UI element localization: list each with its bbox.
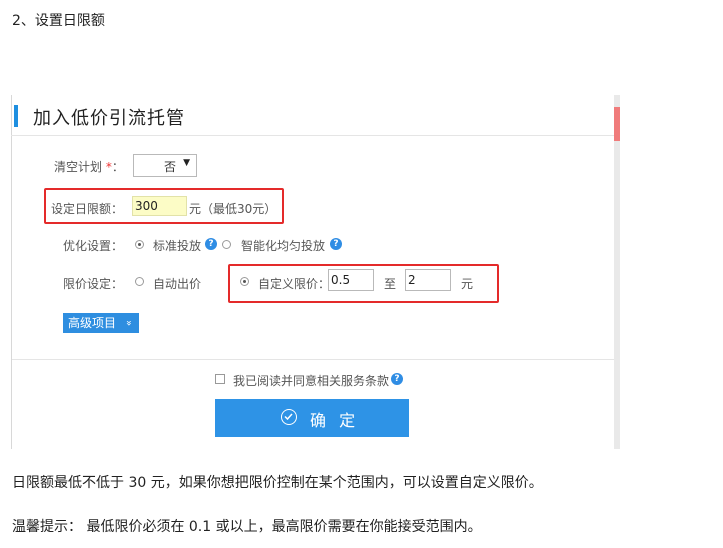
- dialog-header: 加入低价引流托管: [11, 95, 614, 136]
- confirm-button-label: 确 定: [310, 411, 360, 430]
- advanced-options-label: 高级项目: [68, 316, 117, 330]
- divider: [12, 359, 614, 360]
- radio-auto-bid[interactable]: [135, 277, 144, 286]
- embedded-screenshot: 加入低价引流托管 清空计划 *： 否 ▼ 设定日限额： 300 元（最低30元）…: [11, 95, 620, 449]
- daily-budget-label: 设定日限额：: [51, 202, 124, 216]
- daily-budget-hint: 元（最低30元）: [189, 202, 277, 216]
- price-limit-label: 限价设定：: [63, 277, 124, 291]
- radio-standard[interactable]: [135, 240, 144, 249]
- option-standard-label: 标准投放: [153, 239, 202, 253]
- daily-budget-input[interactable]: 300: [132, 196, 187, 216]
- dialog-title: 加入低价引流托管: [33, 108, 185, 129]
- check-circle-icon: [281, 409, 297, 425]
- frame-border: [11, 95, 12, 449]
- agree-text: 我已阅读并同意相关服务条款: [233, 374, 390, 388]
- price-unit-label: 元: [461, 277, 474, 291]
- header-accent-bar: [14, 105, 18, 127]
- option-smart-label: 智能化均匀投放: [241, 239, 326, 253]
- help-icon[interactable]: ?: [391, 373, 403, 385]
- scrollbar-thumb[interactable]: [614, 107, 620, 141]
- clear-plan-select[interactable]: 否 ▼: [133, 154, 197, 177]
- min-price-input[interactable]: 0.5: [328, 269, 374, 291]
- custom-limit-label: 自定义限价：: [258, 277, 331, 291]
- radio-smart[interactable]: [222, 240, 231, 249]
- chevron-down-icon: »: [123, 319, 135, 327]
- agree-checkbox[interactable]: [215, 374, 225, 384]
- range-to-label: 至: [384, 277, 397, 291]
- clear-plan-colon: ：: [111, 160, 124, 174]
- doc-heading: 2、设置日限额: [12, 13, 105, 29]
- max-price-input[interactable]: 2: [405, 269, 451, 291]
- clear-plan-value: 否: [164, 160, 177, 174]
- help-icon[interactable]: ?: [205, 238, 217, 250]
- doc-paragraph-1: 日限额最低不低于 30 元，如果你想把限价控制在某个范围内，可以设置自定义限价。: [12, 475, 543, 491]
- chevron-down-icon: ▼: [183, 158, 190, 168]
- clear-plan-label: 清空计划 *：: [54, 158, 124, 175]
- confirm-button[interactable]: 确 定: [215, 399, 409, 437]
- optimize-label: 优化设置：: [63, 239, 124, 253]
- radio-custom-limit[interactable]: [240, 277, 249, 286]
- clear-plan-label-text: 清空计划: [54, 160, 103, 174]
- auto-bid-label: 自动出价: [153, 277, 202, 291]
- scrollbar[interactable]: [614, 95, 620, 449]
- doc-paragraph-2: 温馨提示： 最低限价必须在 0.1 或以上，最高限价需要在你能接受范围内。: [12, 519, 482, 535]
- advanced-options-button[interactable]: 高级项目 »: [63, 313, 139, 333]
- help-icon[interactable]: ?: [330, 238, 342, 250]
